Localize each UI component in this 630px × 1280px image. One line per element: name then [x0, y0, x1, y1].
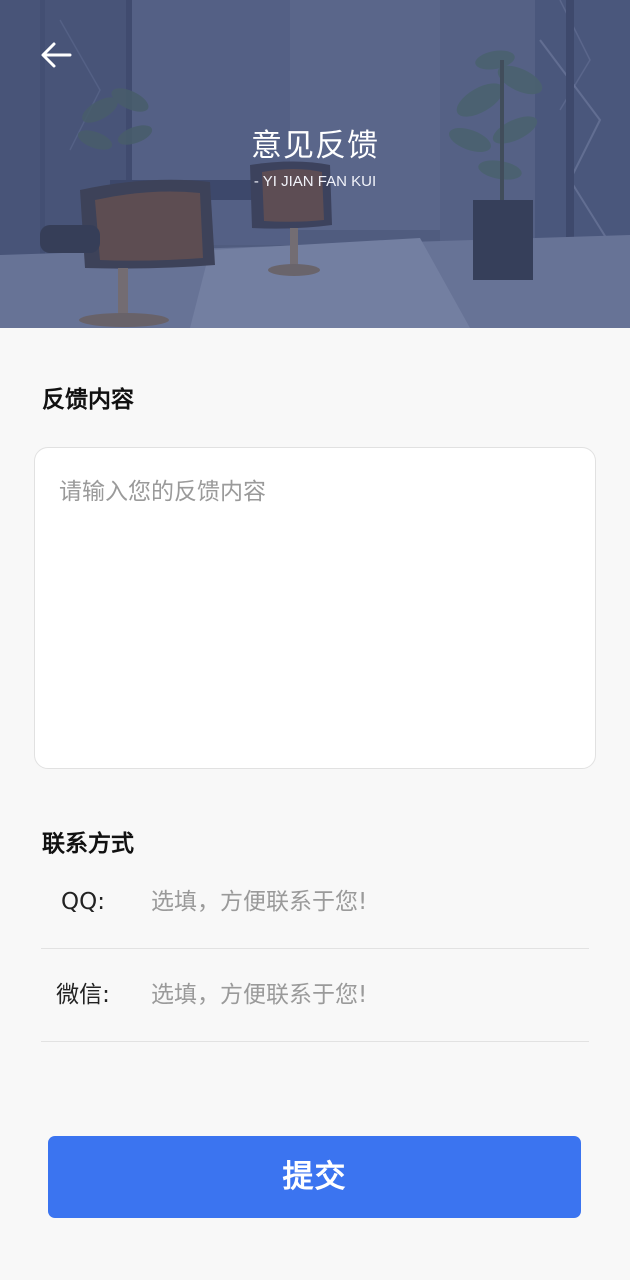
feedback-input[interactable]: [59, 472, 571, 742]
arrow-left-icon: [41, 42, 72, 68]
header-banner: 意见反馈 - YI JIAN FAN KUI: [0, 0, 630, 328]
submit-button[interactable]: 提交: [48, 1136, 581, 1218]
wechat-field-row: 微信:: [41, 949, 589, 1042]
wechat-input[interactable]: [151, 975, 571, 1015]
qq-input[interactable]: [151, 882, 571, 922]
back-button[interactable]: [30, 34, 82, 76]
page-title: 意见反馈: [251, 128, 379, 164]
feedback-textarea-container: [34, 447, 596, 769]
contact-section-label: 联系方式: [42, 831, 134, 857]
feedback-section-label: 反馈内容: [42, 387, 134, 413]
page-subtitle: - YI JIAN FAN KUI: [253, 173, 377, 190]
qq-field-row: QQ:: [41, 856, 589, 949]
qq-field-label: QQ:: [61, 889, 105, 915]
wechat-field-label: 微信:: [56, 982, 110, 1008]
